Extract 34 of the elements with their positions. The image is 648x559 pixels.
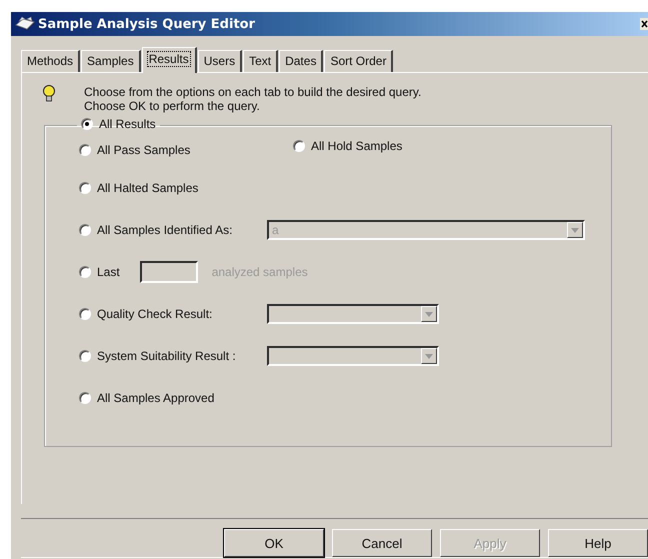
option-label: Quality Check Result:	[97, 307, 214, 321]
dropdown-arrow-icon	[425, 312, 433, 316]
close-icon[interactable]	[640, 17, 648, 31]
radio-option[interactable]: All Halted Samples	[79, 181, 267, 195]
option-label: All Samples Identified As:	[97, 223, 234, 237]
hint-text: Choose from the options on each tab to build the desired query.	[84, 85, 422, 99]
lightbulb-icon	[42, 85, 56, 103]
option-label: All Pass Samples	[97, 143, 192, 157]
option-label: All Samples Approved	[97, 391, 216, 405]
tab[interactable]: Results	[142, 47, 197, 73]
dropdown-arrow-icon	[571, 228, 579, 232]
tab[interactable]: Text	[243, 50, 278, 72]
radio-option[interactable]: All Hold Samples	[293, 139, 481, 153]
tab[interactable]: Dates	[279, 50, 324, 72]
tab[interactable]: Samples	[81, 50, 141, 72]
dropdown-arrow-icon	[425, 354, 433, 358]
radio-option[interactable]: All Results	[81, 117, 156, 131]
radio-option[interactable]: All Samples Approved	[79, 391, 267, 405]
dialog-button[interactable]: OK	[224, 529, 324, 557]
tab[interactable]: Users	[198, 50, 242, 72]
tab[interactable]: Methods	[21, 50, 80, 72]
dialog-button[interactable]: Help	[548, 529, 648, 557]
window-title: Sample Analysis Query Editor	[38, 16, 256, 32]
option-label: All Halted Samples	[97, 181, 200, 195]
count-suffix: analyzed samples	[212, 265, 308, 279]
tab[interactable]: Sort Order	[324, 50, 394, 72]
option-label: Last	[97, 265, 120, 279]
dialog-button[interactable]: Cancel	[332, 529, 432, 557]
radio-option[interactable]: All Pass Samples	[79, 143, 267, 157]
option-label: All Results	[99, 117, 156, 131]
option-label: All Hold Samples	[311, 139, 404, 153]
option-label: System Suitability Result :	[97, 349, 237, 363]
app-icon	[15, 16, 35, 32]
hint-text: Choose OK to perform the query.	[84, 99, 261, 113]
